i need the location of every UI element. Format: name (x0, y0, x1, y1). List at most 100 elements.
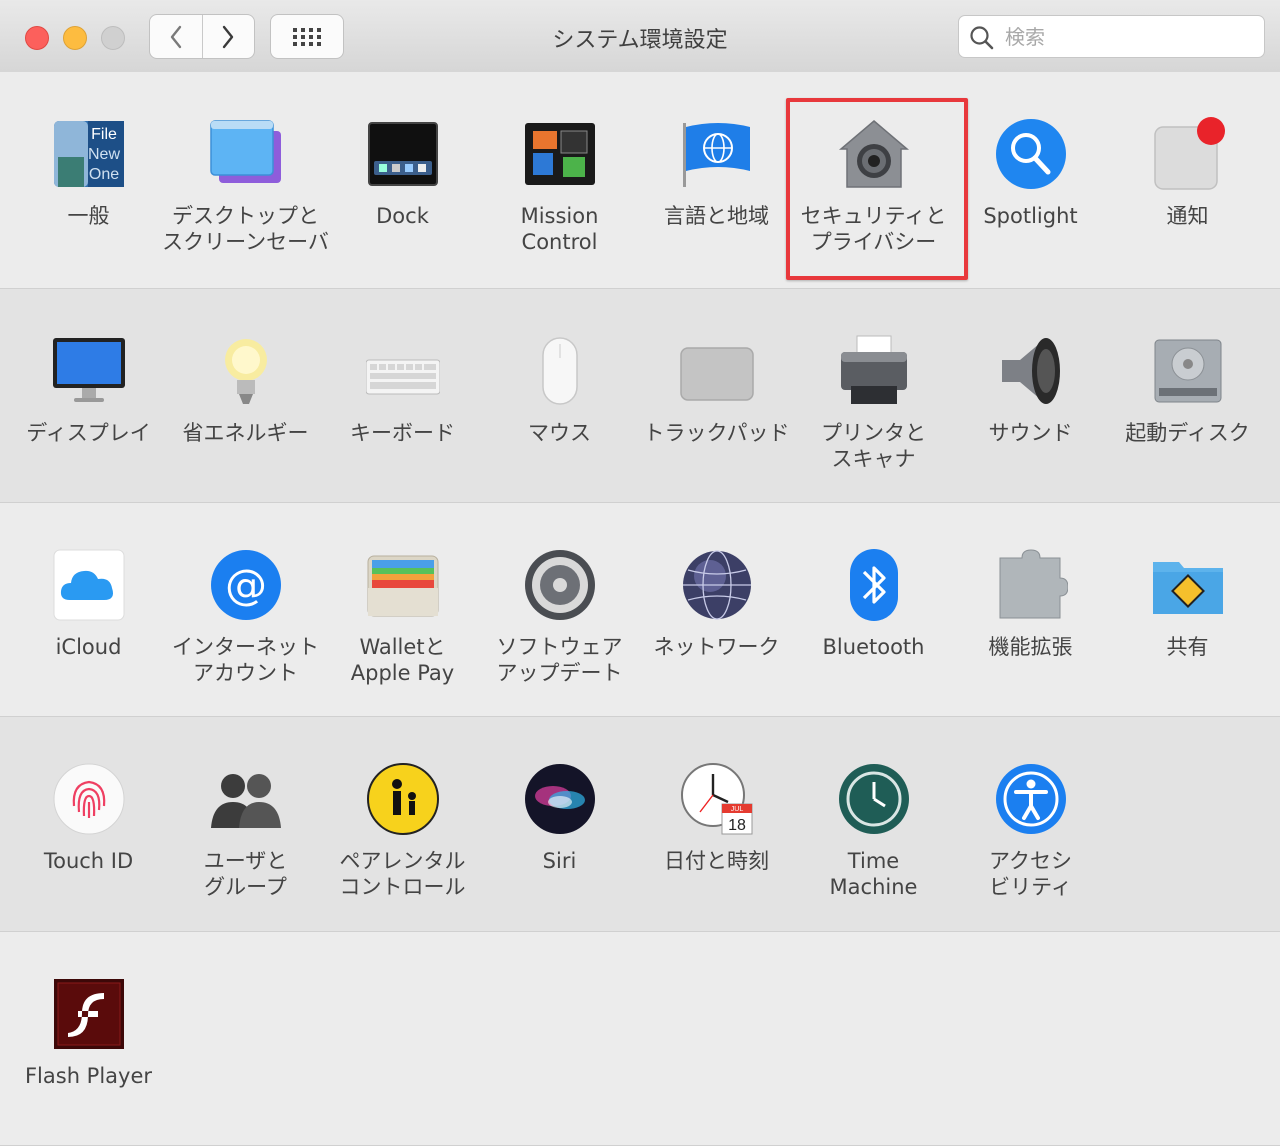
pref-pane-label: デスクトップと スクリーンセーバ (162, 204, 329, 254)
pref-pane-sharing-folder[interactable]: 共有 (1109, 548, 1266, 688)
pref-pane-hard-disk[interactable]: 起動ディスク (1109, 334, 1266, 474)
pref-pane-printer[interactable]: プリンタと スキャナ (795, 334, 952, 474)
wallet-icon (366, 548, 440, 622)
network-globe-icon (680, 548, 754, 622)
svg-text:@: @ (225, 560, 267, 609)
pref-pane-label: 起動ディスク (1125, 421, 1250, 445)
pref-pane-label: ユーザと グループ (203, 849, 288, 899)
pref-pane-trackpad[interactable]: トラックパッド (638, 334, 795, 474)
pref-pane-general[interactable]: File New One 一般 (10, 117, 167, 257)
pref-pane-users[interactable]: ユーザと グループ (167, 762, 324, 902)
pref-pane-label: プリンタと スキャナ (821, 421, 926, 471)
flash-player-icon (52, 977, 126, 1051)
preference-row: ディスプレイ 省エネルギー キーボード マウス トラックパッド プリンタと スキャナ サウン… (0, 289, 1280, 503)
pref-pane-label: iCloud (55, 635, 122, 659)
accessibility-icon (994, 762, 1068, 836)
desktop-icon (209, 117, 283, 191)
pref-pane-label: キーボード (350, 421, 455, 445)
spotlight-search-icon (994, 117, 1068, 191)
search-icon (970, 26, 994, 50)
pref-pane-label: Touch ID (43, 849, 134, 873)
printer-icon (837, 334, 911, 408)
pref-pane-language-flag[interactable]: 言語と地域 (638, 117, 795, 257)
calendar-month-text: JUL (731, 806, 744, 813)
pref-pane-label: 日付と時刻 (664, 849, 769, 873)
clock-calendar-icon: JUL 18 (680, 762, 754, 836)
pref-pane-network-globe[interactable]: ネットワーク (638, 548, 795, 688)
icloud-icon (52, 548, 126, 622)
siri-icon (523, 762, 597, 836)
pref-pane-keyboard[interactable]: キーボード (324, 334, 481, 474)
calendar-day-text: 18 (728, 817, 746, 834)
pref-pane-software-update-gear[interactable]: ソフトウェア アップデート (481, 548, 638, 688)
preference-row: Flash Player (0, 932, 1280, 1146)
pref-pane-label: Flash Player (24, 1064, 153, 1088)
pref-pane-fingerprint[interactable]: Touch ID (10, 762, 167, 902)
pref-pane-notifications[interactable]: 通知 (1109, 117, 1266, 257)
at-sign-icon: @ (209, 548, 283, 622)
display-icon (52, 334, 126, 408)
pref-pane-label: サウンド (988, 421, 1073, 445)
pref-pane-label: Spotlight (983, 204, 1078, 228)
time-machine-icon (837, 762, 911, 836)
pref-pane-label: ネットワーク (653, 635, 780, 659)
general-icon-text: File (91, 126, 117, 143)
pref-pane-parental-controls[interactable]: ペアレンタル コントロール (324, 762, 481, 902)
users-icon (209, 762, 283, 836)
pref-pane-label: ソフトウェア アップデート (496, 635, 623, 685)
toolbar: システム環境設定 (0, 0, 1280, 73)
pref-pane-label: 通知 (1166, 204, 1209, 228)
pref-pane-label: Bluetooth (822, 635, 925, 659)
trackpad-icon (680, 334, 754, 408)
language-flag-icon (680, 117, 754, 191)
pref-pane-at-sign[interactable]: @ インターネット アカウント (167, 548, 324, 688)
pref-pane-label: ペアレンタル コントロール (339, 849, 466, 899)
preference-row: Touch ID ユーザと グループ ペアレンタル コントロール Siri JUL 18 日… (0, 717, 1280, 932)
pref-pane-time-machine[interactable]: Time Machine (795, 762, 952, 902)
pref-pane-label: 機能拡張 (988, 635, 1073, 659)
search-input[interactable] (1003, 22, 1257, 52)
pref-pane-mission-control[interactable]: Mission Control (481, 117, 638, 257)
pref-pane-dock[interactable]: Dock (324, 117, 481, 257)
pref-pane-flash-player[interactable]: Flash Player (10, 977, 167, 1117)
search-field[interactable] (958, 15, 1265, 58)
keyboard-icon (365, 334, 441, 408)
pref-pane-puzzle-piece[interactable]: 機能拡張 (952, 548, 1109, 688)
mouse-icon (523, 334, 597, 408)
preference-row: File New One 一般 デスクトップと スクリーンセーバ Dock Mission … (0, 72, 1280, 289)
pref-pane-wallet[interactable]: Walletと Apple Pay (324, 548, 481, 688)
pref-pane-display[interactable]: ディスプレイ (10, 334, 167, 474)
sharing-folder-icon (1151, 548, 1225, 622)
system-preferences-window: システム環境設定 File New One 一般 デスクトップと スクリーンセーバ Doc… (0, 0, 1280, 1146)
pref-pane-label: 共有 (1166, 635, 1209, 659)
pref-pane-desktop[interactable]: デスクトップと スクリーンセーバ (162, 117, 329, 257)
speaker-icon (994, 334, 1068, 408)
pref-pane-accessibility[interactable]: アクセシ ビリティ (952, 762, 1109, 902)
pref-pane-mouse[interactable]: マウス (481, 334, 638, 474)
pref-pane-label: 省エネルギー (182, 421, 309, 445)
pref-pane-icloud[interactable]: iCloud (10, 548, 167, 688)
pref-pane-speaker[interactable]: サウンド (952, 334, 1109, 474)
mission-control-icon (523, 117, 597, 191)
pref-pane-label: インターネット アカウント (172, 635, 319, 685)
security-privacy-highlight-box (786, 98, 968, 280)
bluetooth-icon (837, 548, 911, 622)
pref-pane-spotlight-search[interactable]: Spotlight (952, 117, 1109, 257)
preference-row: iCloud @ インターネット アカウント Walletと Apple Pay ソフト… (0, 503, 1280, 717)
notifications-icon (1151, 117, 1225, 191)
pref-pane-label: 言語と地域 (664, 204, 769, 228)
pref-pane-label: Siri (542, 849, 577, 873)
pref-pane-label: マウス (528, 421, 591, 445)
pref-pane-label: Time Machine (829, 849, 918, 899)
puzzle-piece-icon (994, 548, 1069, 622)
pref-pane-label: トラックパッド (643, 421, 790, 445)
parental-controls-icon (366, 762, 440, 836)
pref-pane-label: Mission Control (520, 204, 599, 254)
general-icon: File New One (52, 117, 126, 191)
hard-disk-icon (1151, 334, 1225, 408)
pref-pane-clock-calendar[interactable]: JUL 18 日付と時刻 (638, 762, 795, 902)
pref-pane-lightbulb[interactable]: 省エネルギー (167, 334, 324, 474)
dock-icon (366, 117, 440, 191)
pref-pane-bluetooth[interactable]: Bluetooth (795, 548, 952, 688)
pref-pane-siri[interactable]: Siri (481, 762, 638, 902)
